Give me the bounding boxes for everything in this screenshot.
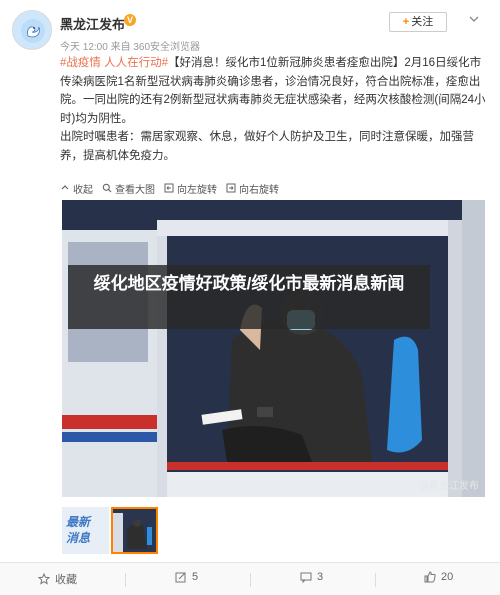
avatar[interactable] — [12, 10, 52, 50]
favorite-button[interactable]: 收藏 — [38, 571, 77, 587]
repost-button[interactable]: 5 — [175, 571, 198, 583]
follow-button[interactable]: + 关注 — [389, 12, 447, 32]
thumbnail-text-line1: 最新 — [66, 515, 91, 529]
footer-divider — [125, 573, 126, 587]
favorite-label: 收藏 — [55, 574, 77, 586]
repost-icon — [175, 572, 186, 583]
post-paragraph-2: 出院时嘱患者：需居家观察、休息，做好个人防护及卫生，同时注意保暖，加强营养，提高… — [60, 131, 474, 162]
thumbnail-2-selected[interactable] — [111, 507, 158, 554]
post-body: #战疫情 人人在行动#【好消息！绥化市1位新冠肺炎患者痊愈出院】2月16日绥化市… — [60, 54, 488, 165]
collect-icon — [61, 185, 69, 190]
post-header: 黑龙江发布 V 今天 12:00 来自 360安全浏览器 + 关注 — [0, 0, 500, 53]
star-icon — [38, 573, 50, 585]
view-large-icon — [102, 183, 112, 193]
post-paragraph-1: #战疫情 人人在行动#【好消息！绥化市1位新冠肺炎患者痊愈出院】2月16日绥化市… — [60, 54, 488, 128]
post-meta: 今天 12:00 来自 360安全浏览器 — [60, 42, 201, 53]
collect-label: 收起 — [73, 184, 93, 196]
comment-button[interactable]: 3 — [300, 571, 323, 583]
plus-icon: + — [402, 16, 410, 28]
footer-divider — [375, 573, 376, 587]
post-photo[interactable]: @黑龙江发布 — [62, 200, 485, 497]
follow-label: 关注 — [411, 16, 434, 28]
thumbnail-1[interactable]: 最新 消息 — [62, 507, 109, 554]
collect-button[interactable]: 收起 — [60, 178, 93, 198]
headline-banner: 绥化地区疫情好政策/绥化市最新消息新闻 — [68, 265, 430, 329]
view-large-label: 查看大图 — [115, 184, 155, 196]
like-button[interactable]: 20 — [424, 571, 453, 583]
footer-divider — [250, 573, 251, 587]
rotate-right-label: 向右旋转 — [239, 184, 279, 196]
rotate-left-icon — [164, 183, 174, 193]
photo-watermark: @黑龙江发布 — [418, 481, 479, 492]
ambulance-thumbnail-illustration — [113, 509, 156, 552]
comment-count: 3 — [317, 571, 324, 583]
rotate-left-label: 向左旋转 — [177, 184, 217, 196]
view-large-button[interactable]: 查看大图 — [102, 178, 155, 198]
rotate-left-button[interactable]: 向左旋转 — [164, 178, 217, 198]
chevron-down-icon[interactable] — [469, 14, 479, 24]
rotate-right-button[interactable]: 向右旋转 — [226, 178, 279, 198]
like-count: 20 — [441, 571, 454, 583]
repost-count: 5 — [192, 571, 199, 583]
image-actions: 收起 查看大图 向左旋转 向右旋转 — [60, 178, 288, 198]
thumbs-up-icon — [424, 571, 436, 583]
comment-icon — [300, 572, 312, 583]
thumbnail-strip: 最新 消息 — [62, 507, 160, 555]
ambulance-photo-illustration — [62, 200, 485, 497]
thumbnail-text-line2: 消息 — [66, 531, 91, 545]
author-name[interactable]: 黑龙江发布 — [60, 14, 125, 33]
post-footer: 收藏 5 3 20 — [0, 562, 500, 595]
verified-badge-icon: V — [124, 14, 136, 26]
topic-tag-link[interactable]: #战疫情 人人在行动# — [60, 57, 168, 69]
rotate-right-icon — [226, 183, 236, 193]
swan-logo-icon — [21, 19, 45, 43]
